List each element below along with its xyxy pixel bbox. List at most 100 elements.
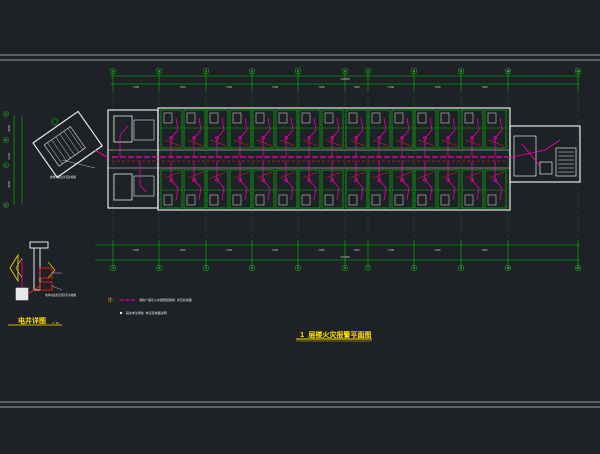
top-axis-label: 7: [367, 69, 369, 73]
svg-text:注：: 注：: [108, 296, 116, 302]
left-axis-label: C: [5, 163, 7, 167]
bottom-axis-label: 1: [112, 266, 114, 270]
wiring-detector-link: [349, 139, 366, 147]
wiring-detector-link: [187, 139, 204, 147]
bathroom-upper: [487, 112, 497, 124]
bottom-dim-segment: 7200: [353, 248, 360, 252]
bottom-axis-label: 10: [506, 266, 510, 270]
bottom-dim-segment: 7200: [481, 248, 488, 252]
wiring-detector-link: [488, 139, 505, 147]
bottom-total-dimension: 54000: [340, 255, 349, 259]
wiring-detector-link: [418, 171, 435, 179]
left-dim-1: 4800: [7, 125, 11, 132]
bathroom-lower: [371, 194, 381, 206]
wiring-detector-link: [279, 171, 296, 179]
right-stair-treads: [558, 151, 574, 173]
axis-grid-lines: [112, 90, 579, 240]
wiring-detector-link: [418, 139, 435, 147]
detail-title: 电井详图: [18, 316, 46, 325]
bathroom-lower: [348, 194, 358, 206]
bathroom-lower: [255, 194, 265, 206]
top-dim-segment: 7200: [318, 85, 325, 89]
top-axis-label: 10: [506, 69, 510, 73]
wiring-detector-link: [302, 171, 319, 179]
detail-title-scale: 1:25: [52, 321, 59, 325]
wiring-detector-link: [395, 139, 412, 147]
electrical-shaft-detail: 电井内设备安装详见系统图: [9, 241, 77, 301]
top-total-dimension: 54000: [340, 77, 349, 81]
bathroom-lower: [209, 194, 219, 206]
wiring-branch-left: [139, 161, 147, 193]
wiring-detector-link: [233, 139, 250, 147]
wiring-detector-link: [441, 171, 458, 179]
top-dim-segment: 7200: [434, 85, 441, 89]
fire-alarm-wiring: [112, 117, 561, 201]
bathroom-upper: [255, 112, 265, 124]
bottom-axis-label: 3: [205, 266, 207, 270]
left-axis-label: A: [5, 112, 7, 116]
top-axis-label: 5: [297, 69, 299, 73]
wiring-detector-link: [302, 139, 319, 147]
wiring-detector-link: [164, 139, 181, 147]
top-axis-label: 9: [460, 69, 462, 73]
legend-line-1: 消防广播及火灾报警控制线 详见系统图: [139, 297, 192, 302]
wiring-detector-link: [441, 139, 458, 147]
bathroom-upper: [278, 112, 288, 124]
bottom-axis-label: 8: [413, 266, 415, 270]
wiring-detector-link: [372, 171, 389, 179]
bathroom-upper: [163, 112, 173, 124]
top-axis-label: 4: [251, 69, 253, 73]
bottom-dimension-chain: 1 2 3 4 5 6 7 8 9 10 11 7200 7200 7200 7200 7200 7200 720…: [95, 240, 582, 272]
top-dim-segment: 7200: [272, 85, 279, 89]
wiring-detector-link: [488, 171, 505, 179]
bottom-dim-segment: 7200: [434, 248, 441, 252]
left-axis-label: D: [5, 203, 7, 207]
bathroom-lower: [324, 194, 334, 206]
wiring-detector-link: [164, 171, 181, 179]
building-plan: [107, 107, 581, 211]
bathroom-lower: [394, 194, 404, 206]
legend-line-2: 其余未注明处 参见系统图说明: [126, 310, 167, 315]
top-axis-label: 3: [205, 69, 207, 73]
wiring-detector-link: [395, 171, 412, 179]
legend: 注： 消防广播及火灾报警控制线 详见系统图 其余未注明处 参见系统图说明: [108, 296, 192, 315]
wiring-detector-link: [279, 139, 296, 147]
bathroom-lower: [186, 194, 196, 206]
wiring-branch-left: [119, 125, 129, 157]
bathroom-upper: [394, 112, 404, 124]
wiring-detector-link: [349, 171, 366, 179]
wiring-detector-link: [325, 171, 342, 179]
wiring-detector-link: [256, 171, 273, 179]
wiring-detector-link: [465, 139, 482, 147]
top-dim-segment: 7200: [481, 85, 488, 89]
bathroom-upper: [464, 112, 474, 124]
wiring-detector-link: [372, 139, 389, 147]
bottom-dim-segment: 7200: [388, 248, 395, 252]
detail-note: 电井内设备安装详见系统图: [45, 293, 77, 297]
bottom-dim-segment: 7200: [272, 248, 279, 252]
bathroom-lower: [163, 194, 173, 206]
cad-drawing-canvas: 1 2 3 4 5 6 7 8 9 10 11 7200 7200 7200 7200 7200 7200 720…: [0, 0, 600, 450]
top-dim-segment: 7200: [353, 85, 360, 89]
stair-note: 楼梯间做法详见建施图: [50, 175, 76, 179]
top-dim-segment: 7200: [226, 85, 233, 89]
bathroom-lower: [440, 194, 450, 206]
wiring-detector-link: [187, 171, 204, 179]
left-angled-stair: [32, 110, 104, 179]
main-title-scale: 1:100: [354, 335, 363, 339]
top-axis-label: 1: [112, 69, 114, 73]
bottom-axis-label: 5: [297, 266, 299, 270]
left-dim-3: 4800: [7, 181, 11, 188]
bathroom-upper: [324, 112, 334, 124]
left-axis-label: B: [5, 138, 7, 142]
bathroom-upper: [232, 112, 242, 124]
bathroom-upper: [209, 112, 219, 124]
bathroom-upper: [417, 112, 427, 124]
bottom-axis-label: 11: [576, 266, 580, 270]
bathroom-upper: [440, 112, 450, 124]
bottom-dim-segment: 7200: [133, 248, 140, 252]
bathroom-lower: [278, 194, 288, 206]
bathroom-lower: [464, 194, 474, 206]
bottom-axis-label: 9: [460, 266, 462, 270]
bathroom-lower: [487, 194, 497, 206]
